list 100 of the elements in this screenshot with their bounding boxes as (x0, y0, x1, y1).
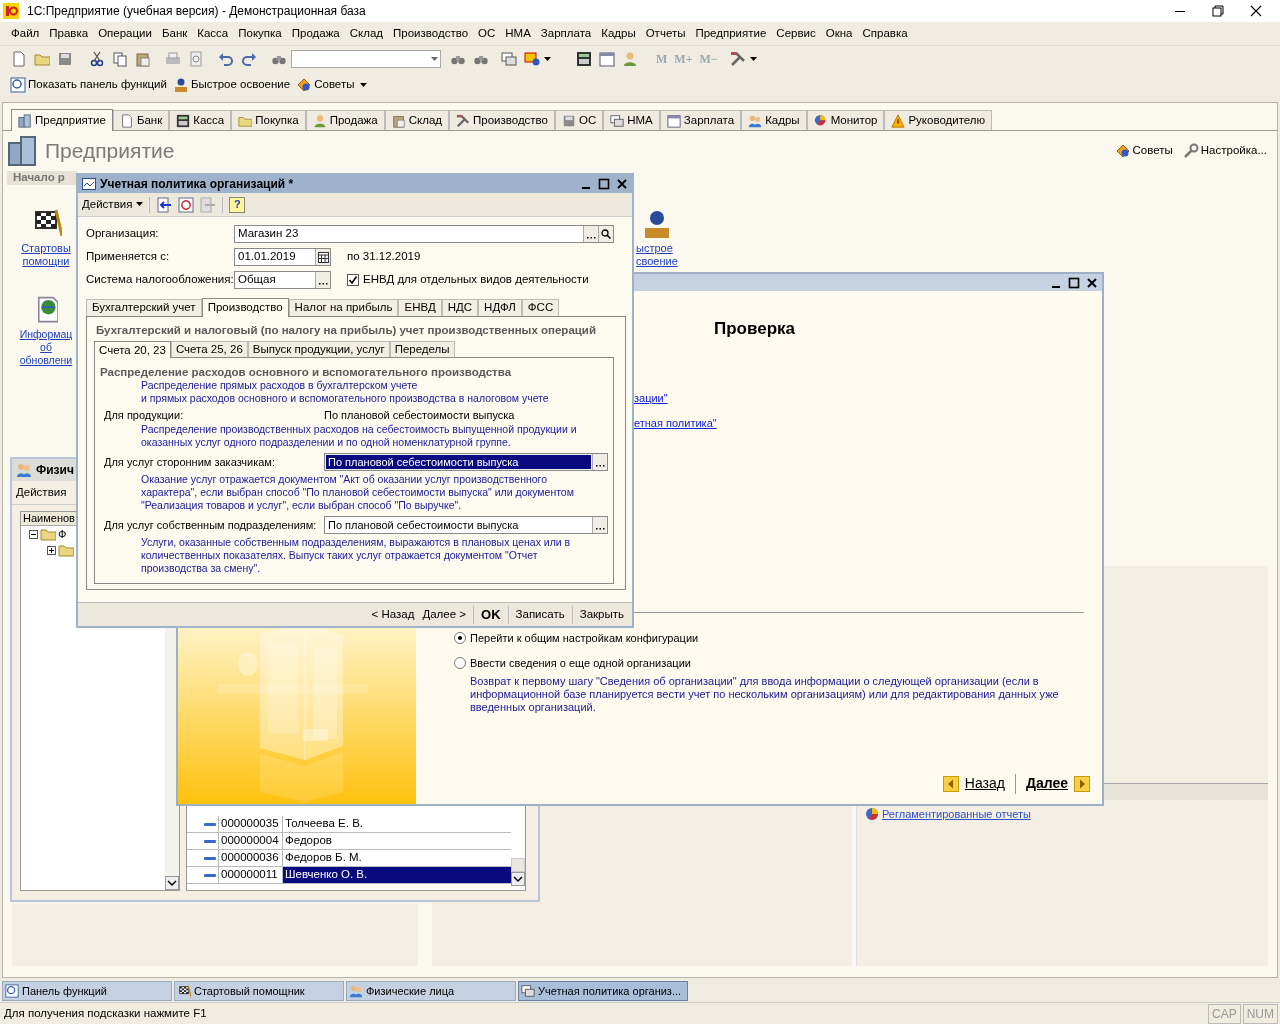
scroll-down-icon[interactable] (511, 872, 525, 886)
menu-item[interactable]: Кадры (600, 24, 637, 43)
select-field[interactable]: По плановой себестоимости выпуска (324, 453, 608, 472)
wrench-icon (1182, 143, 1199, 159)
ellipsis-button[interactable] (315, 272, 330, 288)
section-tab[interactable]: Продажа (305, 110, 385, 130)
section-tab[interactable]: Зарплата (659, 110, 742, 130)
back-button[interactable]: Назад (942, 773, 1005, 794)
section-tab[interactable]: Предприятие (11, 109, 113, 131)
section-tab[interactable]: Монитор (806, 110, 885, 130)
dialog-button[interactable]: Далее > (418, 605, 471, 624)
collapse-icon[interactable] (29, 529, 38, 539)
search-button[interactable] (598, 226, 613, 242)
menu-item[interactable]: Зарплата (539, 24, 593, 43)
dialog-title: Учетная политика организаций * (100, 176, 294, 193)
section-tab[interactable]: Банк (112, 110, 170, 130)
help-button[interactable]: ? (229, 196, 246, 213)
maximize-icon[interactable] (598, 178, 610, 190)
tab[interactable]: Счета 25, 26 (170, 341, 248, 358)
menu-item[interactable]: Банк (160, 24, 189, 43)
section-tab[interactable]: Склад (384, 110, 449, 130)
section-tab[interactable]: Производство (449, 110, 555, 130)
toolbar-button[interactable]: Советы (296, 76, 355, 94)
section-tab[interactable]: Кадры (741, 110, 807, 130)
checkbox[interactable] (347, 274, 359, 286)
section-tab[interactable]: Покупка (231, 110, 306, 130)
menu-item[interactable]: Отчеты (644, 24, 687, 43)
menu-item[interactable]: Склад (348, 24, 385, 43)
actions-button[interactable]: Действия (16, 483, 67, 502)
tab[interactable]: Налог на прибыль (288, 299, 399, 316)
menu-item[interactable]: Справка (861, 24, 909, 43)
section-tab[interactable]: Касса (169, 110, 232, 130)
expand-icon[interactable] (47, 545, 56, 555)
dialog-button[interactable]: < Назад (367, 605, 419, 624)
back-to-list-icon[interactable] (156, 196, 173, 213)
menu-item[interactable]: Производство (392, 24, 470, 43)
dialog-button[interactable]: Записать (511, 605, 569, 624)
menu-item[interactable]: Сервис (775, 24, 817, 43)
tab[interactable]: Переделы (389, 341, 455, 358)
setting-label: Для услуг собственным подразделениям: (104, 518, 318, 533)
date-field[interactable]: 01.01.2019 (234, 248, 331, 266)
organization-field[interactable]: Магазин 23 (234, 225, 614, 243)
menu-item[interactable]: Касса (196, 24, 230, 43)
radio-button[interactable] (454, 631, 466, 644)
radio-button[interactable] (454, 657, 466, 670)
search-field[interactable] (291, 50, 441, 68)
reports-link[interactable]: Регламентированные отчеты (865, 806, 1268, 823)
ellipsis-button[interactable] (592, 517, 607, 534)
section-tab[interactable]: НМА (603, 110, 660, 130)
scroll-down-icon[interactable] (165, 876, 179, 890)
tab[interactable]: ФСС (521, 299, 560, 316)
tax-system-field[interactable]: Общая (234, 271, 331, 289)
dialog-button[interactable]: OK (477, 604, 505, 625)
maximize-icon[interactable] (1068, 276, 1080, 289)
close-icon[interactable] (616, 178, 628, 190)
menu-item[interactable]: ОС (477, 24, 497, 43)
next-button[interactable]: Далее (1025, 773, 1090, 794)
ellipsis-button[interactable] (583, 226, 598, 242)
menu-item[interactable]: Покупка (237, 24, 283, 43)
actions-button[interactable]: Действия (82, 195, 144, 214)
taskbar-button[interactable]: Панель функций (2, 981, 172, 1001)
tips-link[interactable]: Советы (1114, 142, 1173, 160)
toolbar-button[interactable]: Показать панель функций (10, 76, 167, 94)
link[interactable]: етная политика" (634, 415, 1102, 432)
section-tab[interactable]: Руководителю (884, 110, 993, 130)
quick-start-link[interactable]: ыстрое своение (636, 242, 678, 268)
close-icon[interactable] (1250, 5, 1262, 17)
menu-item[interactable]: Операции (97, 24, 153, 43)
tab[interactable]: ЕНВД (398, 299, 442, 316)
menu-item[interactable]: Файл (10, 24, 41, 43)
menu-item[interactable]: Предприятие (694, 24, 768, 43)
tab[interactable]: НДС (441, 299, 479, 316)
start-link[interactable]: Стартовы помощни (21, 242, 71, 268)
tab[interactable]: НДФЛ (478, 299, 522, 316)
taskbar-button[interactable]: Физические лица (346, 981, 516, 1001)
scroll-thumb-icon[interactable] (511, 858, 525, 872)
section-tab[interactable]: ОС (555, 110, 604, 130)
select-field[interactable]: По плановой себестоимости выпуска (324, 516, 608, 535)
tab[interactable]: Бухгалтерский учет (86, 299, 202, 316)
restore-icon[interactable] (1212, 5, 1224, 17)
menu-item[interactable]: Правка (48, 24, 90, 43)
calendar-button[interactable] (315, 249, 330, 265)
taskbar-button[interactable]: Стартовый помощник (174, 981, 344, 1001)
menu-item[interactable]: НМА (504, 24, 532, 43)
close-icon[interactable] (1086, 276, 1098, 289)
menu-item[interactable]: Окна (824, 24, 854, 43)
toolbar-button[interactable]: Быстрое освоение (172, 76, 291, 94)
tab[interactable]: Счета 20, 23 (94, 341, 171, 359)
link[interactable]: зации" (634, 389, 1102, 406)
taskbar-button[interactable]: Учетная политика организ... (518, 981, 688, 1001)
settings-link[interactable]: Настройка... (1182, 142, 1267, 160)
help-icon (524, 51, 540, 67)
menu-item[interactable]: Продажа (290, 24, 341, 43)
dialog-button[interactable]: Закрыть (575, 605, 628, 624)
tree-item[interactable]: Ф (58, 525, 67, 543)
ellipsis-button[interactable] (592, 454, 607, 471)
update-info-link[interactable]: Информац об обновлени (19, 328, 73, 367)
tab[interactable]: Выпуск продукции, услуг (247, 341, 390, 358)
tab[interactable]: Производство (201, 298, 289, 317)
refresh-icon[interactable] (178, 196, 195, 213)
